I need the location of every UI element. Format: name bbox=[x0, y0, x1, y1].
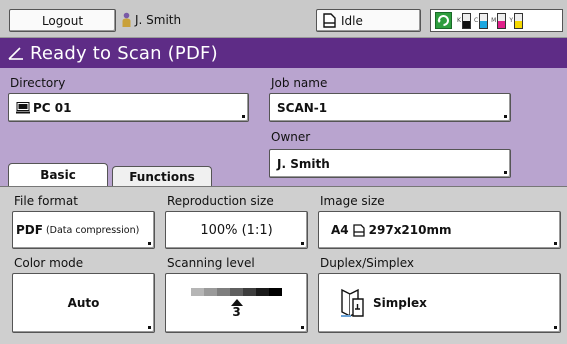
directory-value: PC 01 bbox=[33, 100, 72, 115]
status-label: Idle bbox=[341, 13, 363, 28]
page-title: Ready to Scan (PDF) bbox=[30, 42, 218, 64]
density-segment-5 bbox=[243, 288, 256, 296]
density-segment-4 bbox=[230, 288, 243, 296]
toner-levels[interactable]: KCMY bbox=[430, 9, 563, 32]
simplex-page-icon bbox=[341, 288, 364, 318]
density-segment-6 bbox=[256, 288, 269, 296]
toner-label: K bbox=[457, 17, 461, 24]
owner-label: Owner bbox=[271, 130, 311, 144]
toner-label: M bbox=[491, 17, 497, 24]
file-format-sub: (Data compression) bbox=[45, 224, 140, 236]
toner-label: C bbox=[473, 17, 479, 24]
tab-functions[interactable]: Functions bbox=[112, 166, 212, 186]
duplex-simplex-button[interactable]: Simplex bbox=[318, 273, 561, 333]
recycle-icon bbox=[435, 12, 452, 29]
title-bar: Ready to Scan (PDF) bbox=[0, 38, 567, 68]
basic-options: File format Reproduction size Image size… bbox=[0, 186, 567, 344]
image-size-paper: A4 bbox=[331, 223, 349, 237]
file-format-label: File format bbox=[14, 194, 78, 208]
density-segment-7 bbox=[269, 288, 282, 296]
density-segment-1 bbox=[191, 288, 204, 296]
toner-k: K bbox=[457, 12, 471, 29]
toner-bar bbox=[514, 12, 523, 29]
color-mode-value: Auto bbox=[67, 296, 100, 310]
density-segment-3 bbox=[217, 288, 230, 296]
duplex-simplex-value: Simplex bbox=[373, 296, 427, 310]
status-bar: Logout J. Smith Idle K C M Y bbox=[0, 0, 567, 38]
density-scale bbox=[191, 288, 282, 296]
color-mode-button[interactable]: Auto bbox=[12, 273, 155, 333]
owner-value: J. Smith bbox=[277, 156, 330, 171]
file-format-button[interactable]: PDF (Data compression) bbox=[12, 211, 155, 249]
tab-functions-label: Functions bbox=[129, 169, 195, 184]
job-name-label: Job name bbox=[271, 76, 328, 90]
toner-y: Y bbox=[509, 12, 523, 29]
reproduction-size-value: 100% (1:1) bbox=[200, 222, 273, 238]
toner-m: M bbox=[491, 12, 507, 29]
tab-basic[interactable]: Basic bbox=[8, 163, 108, 186]
image-size-dims: 297x210mm bbox=[368, 223, 452, 237]
reproduction-size-button[interactable]: 100% (1:1) bbox=[165, 211, 308, 249]
computer-icon bbox=[16, 101, 30, 113]
owner-field[interactable]: J. Smith bbox=[269, 149, 511, 178]
back-arrow-icon[interactable] bbox=[8, 46, 24, 60]
directory-label: Directory bbox=[10, 76, 66, 90]
duplex-simplex-label: Duplex/Simplex bbox=[320, 256, 414, 270]
toner-c: C bbox=[473, 12, 489, 29]
current-user: J. Smith bbox=[122, 12, 181, 27]
density-segment-2 bbox=[204, 288, 217, 296]
logout-button[interactable]: Logout bbox=[9, 9, 116, 32]
user-name: J. Smith bbox=[135, 12, 182, 27]
document-icon bbox=[323, 13, 336, 28]
user-icon bbox=[122, 12, 131, 27]
tab-basic-label: Basic bbox=[40, 168, 76, 182]
status-button[interactable]: Idle bbox=[316, 9, 421, 32]
job-name-value: SCAN-1 bbox=[277, 100, 328, 115]
logout-label: Logout bbox=[41, 13, 84, 28]
image-size-button[interactable]: A4 297x210mm bbox=[318, 211, 561, 249]
job-name-field[interactable]: SCAN-1 bbox=[269, 93, 511, 122]
directory-field[interactable]: PC 01 bbox=[8, 93, 249, 122]
reproduction-size-label: Reproduction size bbox=[167, 194, 274, 208]
scanning-level-button[interactable]: 3 bbox=[165, 273, 308, 333]
landscape-page-icon bbox=[352, 223, 365, 237]
scanning-level-value: 3 bbox=[232, 305, 241, 319]
image-size-label: Image size bbox=[320, 194, 385, 208]
toner-bar bbox=[461, 12, 471, 29]
toner-label: Y bbox=[509, 17, 513, 24]
scanning-level-label: Scanning level bbox=[167, 256, 255, 270]
toner-bar bbox=[479, 12, 489, 29]
toner-bar bbox=[497, 12, 507, 29]
color-mode-label: Color mode bbox=[14, 256, 84, 270]
file-format-main: PDF bbox=[16, 223, 43, 237]
